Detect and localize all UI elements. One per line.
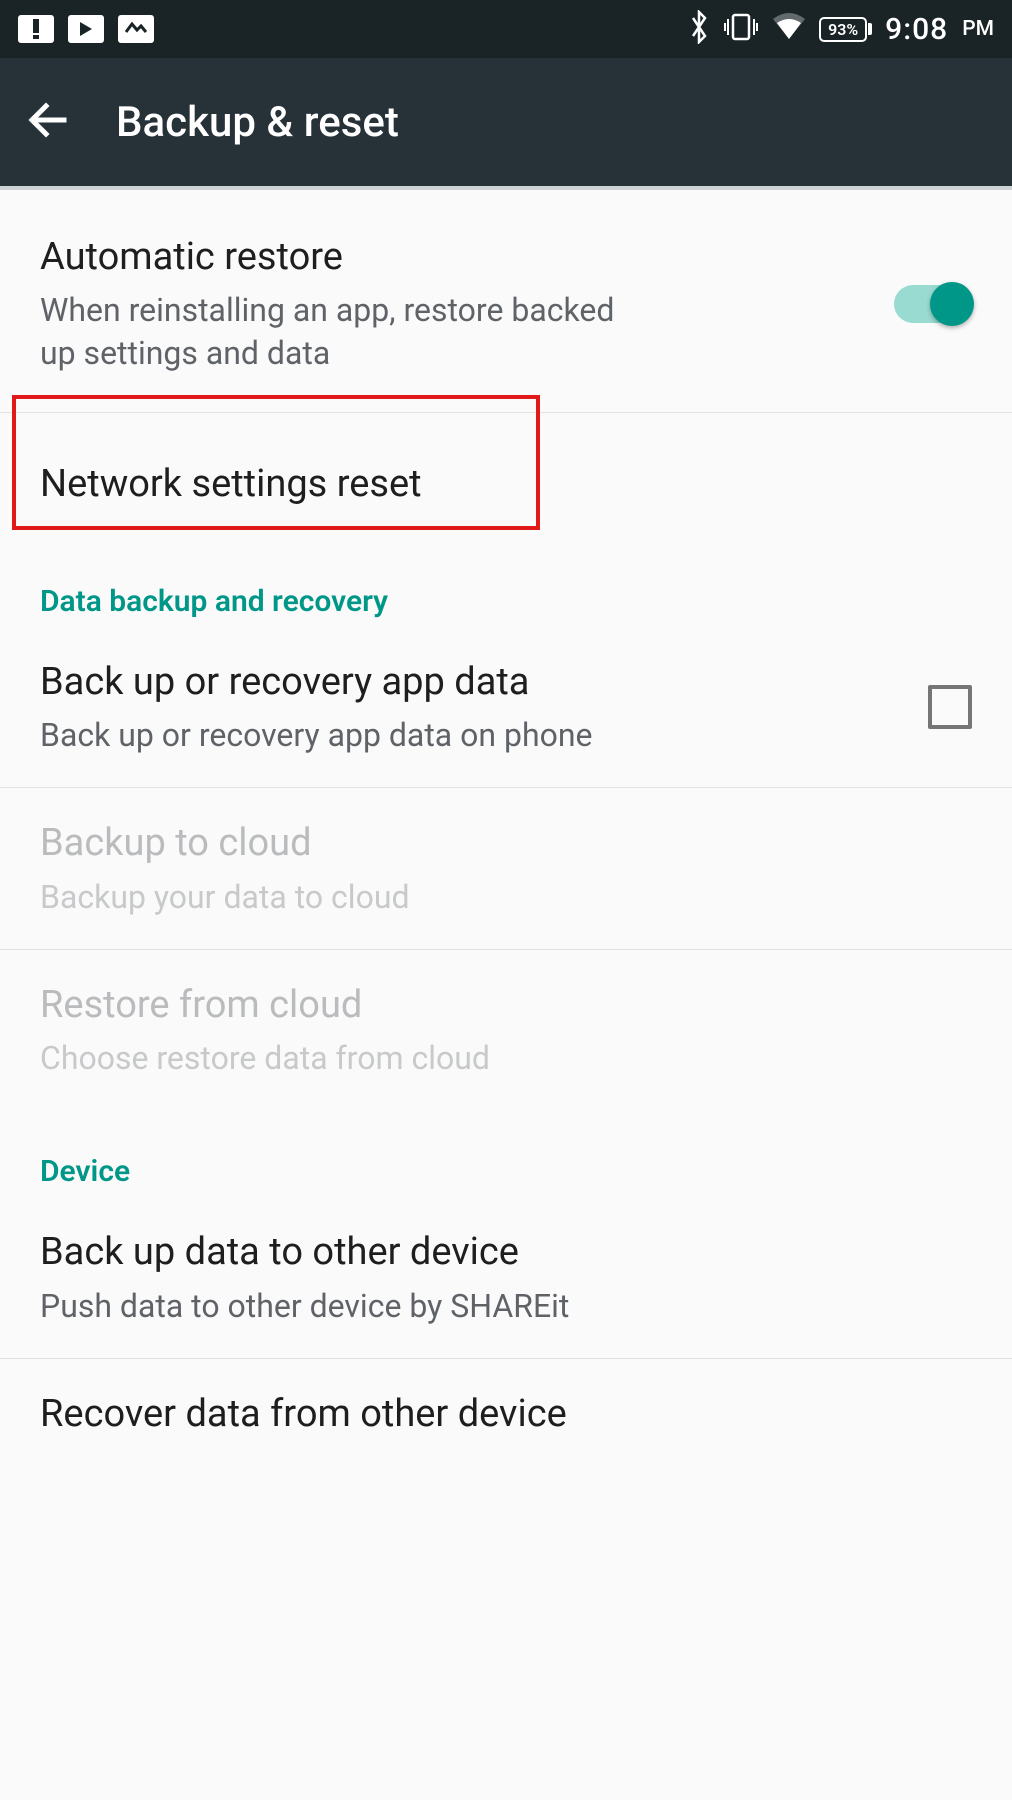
notification-icon (18, 15, 54, 43)
row-subtitle: Push data to other device by SHAREit (40, 1285, 972, 1328)
row-subtitle: Back up or recovery app data on phone (40, 714, 898, 757)
row-backup-recovery-app-data[interactable]: Back up or recovery app data Back up or … (0, 627, 1012, 788)
vibrate-icon (723, 11, 759, 47)
row-title: Automatic restore (40, 232, 864, 283)
section-header-data-backup: Data backup and recovery (0, 556, 1012, 627)
battery-icon: 93% (819, 17, 867, 42)
row-title: Network settings reset (40, 459, 972, 510)
wifi-icon (771, 13, 807, 45)
bluetooth-icon (687, 10, 711, 48)
app-bar: Backup & reset (0, 58, 1012, 190)
back-icon[interactable] (26, 97, 72, 147)
photo-icon (118, 15, 154, 43)
checkbox-backup-app-data[interactable] (928, 685, 972, 729)
row-backup-other-device[interactable]: Back up data to other device Push data t… (0, 1197, 1012, 1358)
clock-time: 9:08 (885, 12, 948, 47)
row-automatic-restore[interactable]: Automatic restore When reinstalling an a… (0, 190, 1012, 413)
youtube-icon (68, 15, 104, 43)
row-recover-other-device[interactable]: Recover data from other device (0, 1359, 1012, 1448)
row-network-settings-reset[interactable]: Network settings reset (0, 413, 1012, 556)
row-title: Back up or recovery app data (40, 657, 898, 708)
clock-meridiem: PM (962, 17, 994, 41)
row-title: Backup to cloud (40, 818, 972, 869)
toggle-automatic-restore[interactable] (894, 285, 972, 323)
row-subtitle: Backup your data to cloud (40, 876, 972, 919)
row-subtitle: When reinstalling an app, restore backed… (40, 289, 650, 375)
row-backup-to-cloud: Backup to cloud Backup your data to clou… (0, 788, 1012, 949)
row-title: Back up data to other device (40, 1227, 972, 1278)
page-title: Backup & reset (116, 98, 399, 147)
row-title: Restore from cloud (40, 980, 972, 1031)
row-subtitle: Choose restore data from cloud (40, 1037, 972, 1080)
row-restore-from-cloud: Restore from cloud Choose restore data f… (0, 950, 1012, 1126)
row-title: Recover data from other device (40, 1389, 972, 1440)
section-header-device: Device (0, 1126, 1012, 1197)
status-bar: 93% 9:08 PM (0, 0, 1012, 58)
